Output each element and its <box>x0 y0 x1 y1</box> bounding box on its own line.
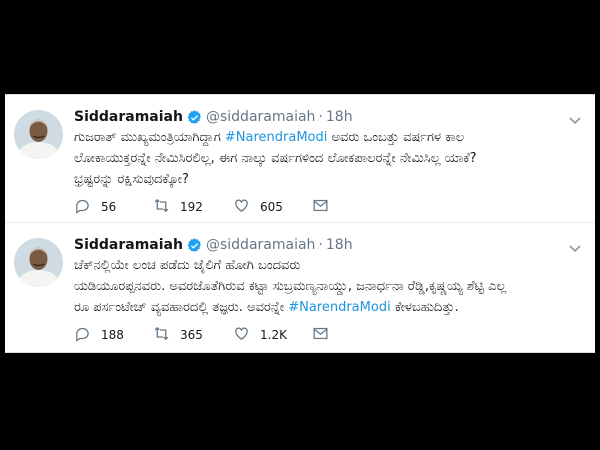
tweet[interactable]: Siddaramaiah @siddaramaiah · 18h ಗುಜರಾತ್… <box>5 95 595 223</box>
retweet-button[interactable]: 192 <box>153 197 233 217</box>
retweet-icon <box>153 197 170 217</box>
like-button[interactable]: 1.2K <box>233 325 312 345</box>
reply-count: 56 <box>101 200 117 214</box>
tweet-text: ಗುಜರಾತ್ ಮುಖ್ಯಮಂತ್ರಿಯಾಗಿದ್ದಾಗ #NarendraMo… <box>74 127 574 190</box>
heart-icon <box>233 325 250 345</box>
direct-message-button[interactable] <box>312 325 329 345</box>
mail-icon <box>312 325 329 345</box>
verified-badge-icon <box>187 109 202 125</box>
tweet-header: Siddaramaiah @siddaramaiah · 18h <box>74 235 353 255</box>
author-name[interactable]: Siddaramaiah <box>74 109 183 125</box>
author-handle[interactable]: @siddaramaiah <box>206 237 315 253</box>
timestamp[interactable]: 18h <box>326 237 353 253</box>
tweet-text-line: ರೂ ಪರ್ಸಂಟೇಜ್ ವ್ಯವಹಾರದಲ್ಲಿ ತಜ್ಞರು. ಅವರನ್ನ… <box>74 300 459 315</box>
reply-count: 188 <box>101 328 124 342</box>
retweet-icon <box>153 325 170 345</box>
like-count: 605 <box>260 200 283 214</box>
mail-icon <box>312 197 329 217</box>
tweet[interactable]: Siddaramaiah @siddaramaiah · 18h ಚೆಕ್‌ನಲ… <box>5 223 595 350</box>
chevron-down-icon[interactable] <box>569 111 581 125</box>
avatar[interactable] <box>14 238 63 287</box>
tweet-text-line: ಗುಜರಾತ್ ಮುಖ್ಯಮಂತ್ರಿಯಾಗಿದ್ದಾಗ #NarendraMo… <box>74 130 465 145</box>
author-handle[interactable]: @siddaramaiah <box>206 109 315 125</box>
retweet-count: 192 <box>180 200 203 214</box>
retweet-count: 365 <box>180 328 203 342</box>
hashtag-link[interactable]: #NarendraModi <box>288 300 390 315</box>
separator-dot: · <box>318 237 323 253</box>
reply-button[interactable]: 56 <box>74 197 153 217</box>
avatar[interactable] <box>14 110 63 159</box>
reply-icon <box>74 325 91 345</box>
tweet-text-line: ಲೋಕಾಯುಕ್ತರನ್ನೇ ನೇಮಿಸಿರಲಿಲ್ಲ, ಈಗ ನಾಲ್ಕು ವ… <box>74 151 477 166</box>
chevron-down-icon[interactable] <box>569 239 581 253</box>
heart-icon <box>233 197 250 217</box>
author-name[interactable]: Siddaramaiah <box>74 237 183 253</box>
tweet-text-line: ಯಡಿಯೂರಪ್ಪನವರು. ಅವರಜೊತೆಗಿರುವ ಕಟ್ಟಾ ಸುಬ್ರಮ… <box>74 279 507 294</box>
like-button[interactable]: 605 <box>233 197 312 217</box>
retweet-button[interactable]: 365 <box>153 325 233 345</box>
direct-message-button[interactable] <box>312 197 329 217</box>
tweet-text-line: ಭ್ರಷ್ಟರನ್ನು ರಕ್ಷಿಸುವುದಕ್ಕೋ? <box>74 172 189 187</box>
reply-icon <box>74 197 91 217</box>
timestamp[interactable]: 18h <box>326 109 353 125</box>
reply-button[interactable]: 188 <box>74 325 153 345</box>
verified-badge-icon <box>187 237 202 253</box>
hashtag-link[interactable]: #NarendraModi <box>225 130 327 145</box>
tweet-actions: 56 192 605 <box>74 197 329 217</box>
tweet-feed: Siddaramaiah @siddaramaiah · 18h ಗುಜರಾತ್… <box>5 94 595 353</box>
like-count: 1.2K <box>260 328 287 342</box>
tweet-header: Siddaramaiah @siddaramaiah · 18h <box>74 107 353 127</box>
tweet-actions: 188 365 1.2K <box>74 325 329 345</box>
separator-dot: · <box>318 109 323 125</box>
tweet-text: ಚೆಕ್‌ನಲ್ಲಿಯೇ ಲಂಚ ಪಡೆದು ಜೈಲಿಗೆ ಹೋಗಿ ಬಂದವರ… <box>74 255 574 318</box>
tweet-text-line: ಚೆಕ್‌ನಲ್ಲಿಯೇ ಲಂಚ ಪಡೆದು ಜೈಲಿಗೆ ಹೋಗಿ ಬಂದವರ… <box>74 258 301 273</box>
